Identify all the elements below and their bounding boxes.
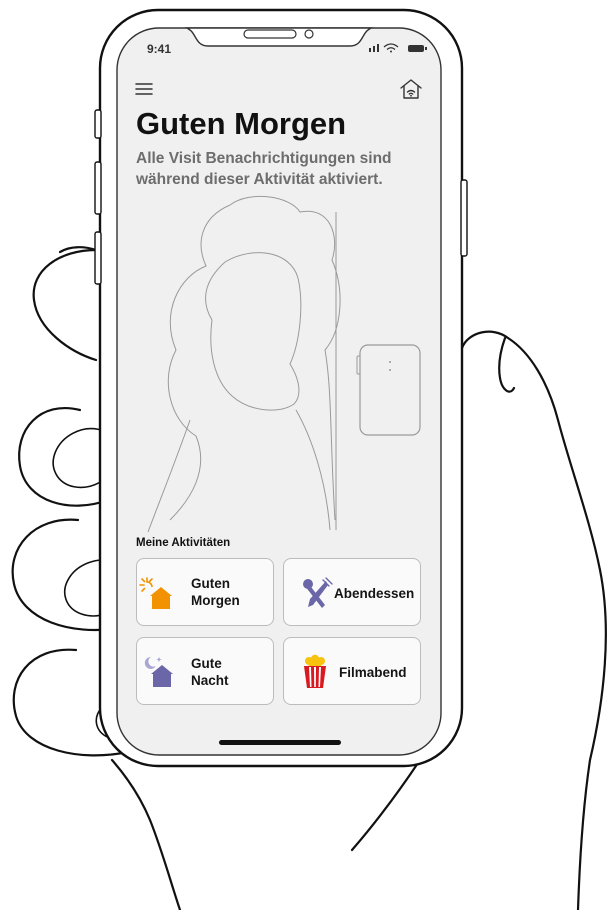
activity-label-line: Guten <box>191 576 230 591</box>
hamburger-menu-icon[interactable] <box>135 82 153 96</box>
home-indicator[interactable] <box>219 740 341 745</box>
smart-home-icon[interactable] <box>399 77 423 101</box>
page-subtitle: Alle Visit Benachrichtigungen sind währe… <box>136 148 426 190</box>
subtitle-line: während dieser Aktivität aktiviert. <box>136 171 383 188</box>
activity-label-line: Gute <box>191 656 222 671</box>
activity-tile-gute-nacht[interactable]: Gute Nacht <box>136 637 274 705</box>
activity-tile-abendessen[interactable]: Abendessen <box>283 558 421 626</box>
activity-tile-filmabend[interactable]: Filmabend <box>283 637 421 705</box>
activity-label-line: Abendessen <box>334 586 415 601</box>
sunrise-house-icon <box>139 577 172 609</box>
activity-tile-guten-morgen[interactable]: Guten Morgen <box>136 558 274 626</box>
moon-house-icon <box>144 656 173 687</box>
subtitle-line: Alle Visit Benachrichtigungen sind <box>136 150 392 167</box>
activity-label-line: Morgen <box>191 593 240 608</box>
page-title: Guten Morgen <box>136 106 347 141</box>
status-time: 9:41 <box>147 42 172 56</box>
cutlery-icon <box>303 577 333 608</box>
activity-label: Gute Nacht <box>191 655 229 689</box>
activity-label: Guten Morgen <box>191 575 240 609</box>
popcorn-icon <box>304 654 326 688</box>
activity-label-line: Nacht <box>191 673 229 688</box>
activity-label-line: Filmabend <box>339 665 407 680</box>
activity-label: Abendessen <box>334 585 414 602</box>
section-label: Meine Aktivitäten <box>136 537 231 549</box>
activity-label: Filmabend <box>339 664 407 681</box>
